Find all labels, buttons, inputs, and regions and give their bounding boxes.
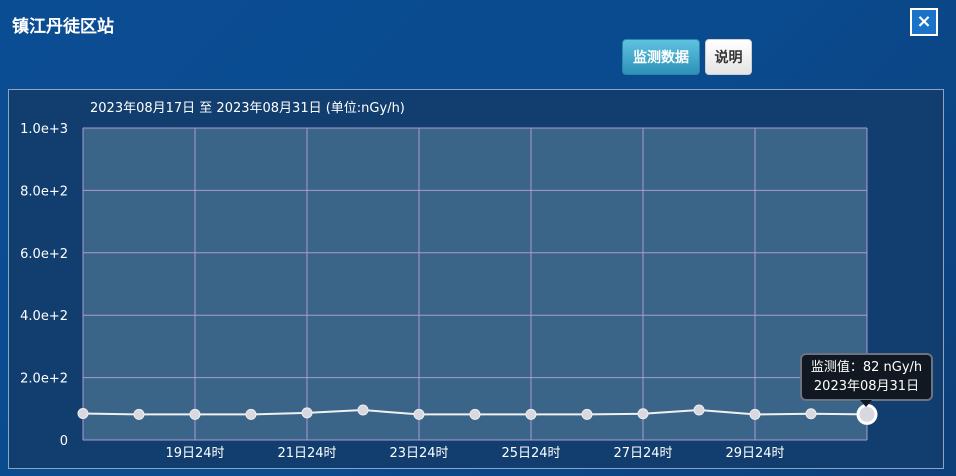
data-point xyxy=(749,408,761,420)
x-tick-label: 29日24时 xyxy=(725,446,784,461)
y-tick-label: 2.0e+2 xyxy=(20,372,68,387)
y-tick-label: 8.0e+2 xyxy=(20,184,68,199)
data-point xyxy=(413,408,425,420)
x-tick-label: 19日24时 xyxy=(165,446,224,461)
tooltip-pointer xyxy=(860,400,872,407)
y-tick-label: 4.0e+2 xyxy=(20,309,68,324)
highlighted-data-point xyxy=(856,403,878,425)
data-point xyxy=(77,407,89,419)
plot-area xyxy=(83,128,867,440)
data-point xyxy=(357,404,369,416)
y-tick-label: 6.0e+2 xyxy=(20,247,68,262)
x-tick-label: 27日24时 xyxy=(613,446,672,461)
y-tick-label: 1.0e+3 xyxy=(20,122,68,137)
data-point xyxy=(245,408,257,420)
data-tooltip: 监测值：82 nGy/h 2023年08月31日 xyxy=(800,353,933,401)
x-tick-label: 23日24时 xyxy=(389,446,448,461)
data-point xyxy=(133,408,145,420)
data-point xyxy=(301,407,313,419)
data-point xyxy=(525,408,537,420)
tooltip-value: 监测值：82 nGy/h xyxy=(810,360,923,375)
data-point xyxy=(581,408,593,420)
data-point xyxy=(637,408,649,420)
data-point xyxy=(805,408,817,420)
x-tick-label: 25日24时 xyxy=(501,446,560,461)
line-chart: 0 2.0e+2 4.0e+2 6.0e+2 8.0e+2 1.0e+3 19日24时 21日… xyxy=(20,122,878,461)
data-point xyxy=(189,408,201,420)
tooltip-date: 2023年08月31日 xyxy=(813,379,920,394)
x-tick-label: 21日24时 xyxy=(277,446,336,461)
data-point xyxy=(693,404,705,416)
y-tick-label: 0 xyxy=(60,434,68,449)
data-point xyxy=(469,408,481,420)
